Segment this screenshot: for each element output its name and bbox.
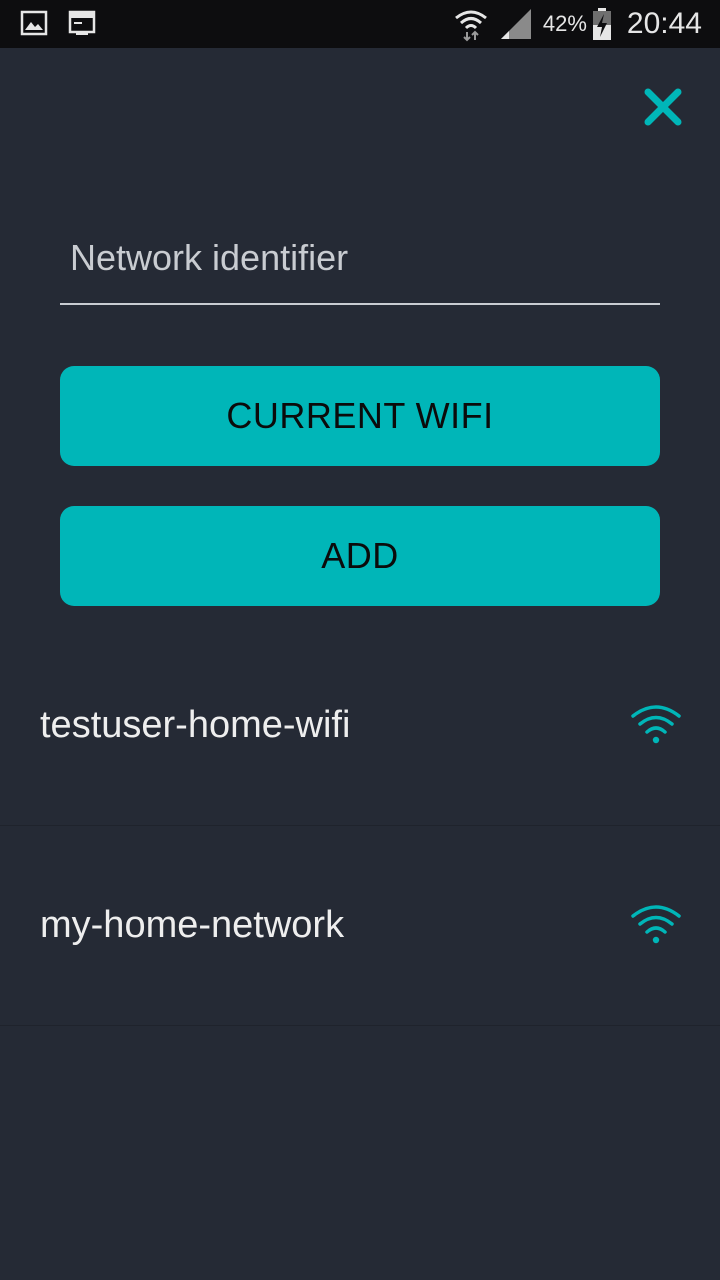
gallery-icon	[20, 10, 48, 36]
cell-signal-icon	[500, 9, 531, 39]
status-time: 20:44	[626, 7, 702, 40]
status-bar: 42% 20:44	[0, 0, 720, 48]
close-icon[interactable]	[636, 80, 690, 134]
network-list: testuser-home-wifi my-home-network	[0, 626, 720, 1026]
list-item[interactable]: testuser-home-wifi	[0, 626, 720, 826]
list-item[interactable]: my-home-network	[0, 826, 720, 1026]
wifi-icon	[631, 705, 681, 744]
network-name: my-home-network	[40, 904, 345, 946]
wifi-data-icon	[454, 10, 487, 42]
status-bar-right: 42% 20:44	[453, 0, 702, 48]
current-wifi-button[interactable]: CURRENT WIFI	[60, 366, 660, 466]
terminal-icon	[68, 10, 96, 35]
wifi-icon	[631, 905, 681, 944]
add-button[interactable]: ADD	[60, 506, 660, 606]
battery-percent: 42%	[542, 11, 587, 36]
network-name: testuser-home-wifi	[40, 704, 351, 746]
network-identifier-field	[60, 218, 660, 305]
network-identifier-input[interactable]	[60, 218, 660, 298]
battery-charging-icon	[592, 8, 611, 40]
network-setup-screen: 42% 20:44 CURRENT WIFI ADD testuser-home…	[0, 0, 720, 1280]
